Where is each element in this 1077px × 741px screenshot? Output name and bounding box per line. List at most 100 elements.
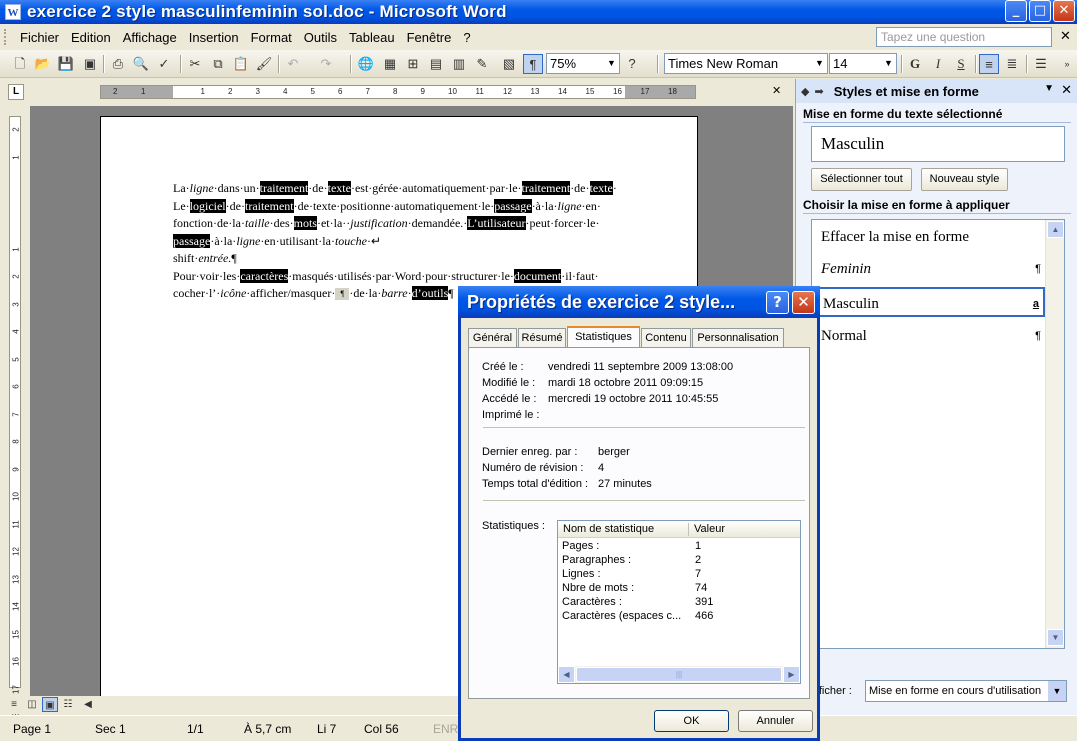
tab-personnalisation[interactable]: Personnalisation — [692, 328, 784, 347]
col-header-value[interactable]: Valeur — [694, 523, 725, 535]
align-left-icon[interactable]: ≡ — [979, 54, 999, 74]
cancel-button[interactable]: Annuler — [738, 710, 813, 732]
scroll-down-icon[interactable]: ▼ — [1047, 629, 1064, 646]
ruler-label: 13 — [11, 574, 21, 584]
close-document-icon[interactable]: ✕ — [1060, 28, 1071, 44]
bullets-icon[interactable]: ☰ — [1031, 54, 1051, 74]
task-pane-menu-icon[interactable]: ▼ — [1044, 83, 1054, 94]
hyperlink-icon[interactable]: 🌐 — [356, 54, 376, 74]
web-view-icon[interactable]: ◫ — [24, 697, 40, 712]
style-list-scrollbar[interactable]: ▲ ▼ — [1045, 220, 1064, 648]
select-all-button[interactable]: Sélectionner tout — [811, 168, 912, 191]
format-painter-icon[interactable]: 🖌 — [254, 54, 274, 74]
undo-icon[interactable]: ↶ — [283, 54, 303, 74]
show-hide-pilcrow-icon[interactable]: ¶ — [523, 54, 543, 74]
tab-statistiques[interactable]: Statistiques — [567, 326, 640, 348]
tab-selector[interactable]: L — [8, 84, 24, 100]
scroll-left-icon[interactable]: ◀ — [80, 697, 96, 712]
dialog-help-icon[interactable]: ? — [766, 291, 789, 314]
chevron-down-icon[interactable]: ▼ — [881, 54, 896, 73]
font-size-combo[interactable]: 14 ▼ — [829, 53, 897, 74]
help-icon[interactable]: ? — [622, 54, 642, 74]
bold-icon[interactable]: G — [905, 54, 925, 74]
tables-borders-icon[interactable]: ▦ — [380, 54, 400, 74]
minimize-button[interactable]: _ — [1005, 0, 1027, 22]
horizontal-ruler[interactable]: 2 1 1 2 3 4 5 6 7 8 9 10 11 12 13 14 15 16 17 18 — [100, 85, 696, 99]
menu-fenetre[interactable]: Fenêtre — [401, 30, 458, 45]
outline-view-icon[interactable]: ☷ — [60, 697, 76, 712]
italic-icon[interactable]: I — [928, 54, 948, 74]
menu-tableau[interactable]: Tableau — [343, 30, 401, 45]
normal-view-icon[interactable]: ≡ — [6, 697, 22, 712]
status-record[interactable]: ENR — [433, 722, 458, 736]
document-text[interactable]: La·ligne·dans·un·traitement·de·texte·est… — [173, 180, 617, 303]
scroll-right-icon[interactable]: ▶ — [783, 666, 800, 683]
word-app-icon[interactable]: W — [5, 4, 21, 20]
statistics-list[interactable]: Nom de statistique Valeur Pages :1 Parag… — [557, 520, 801, 684]
menu-fichier[interactable]: Fichier — [14, 30, 65, 45]
new-style-button[interactable]: Nouveau style — [921, 168, 1008, 191]
permission-icon[interactable]: ▣ — [80, 54, 100, 74]
font-combo[interactable]: Times New Roman ▼ — [664, 53, 828, 74]
ruler-label: 10 — [11, 492, 21, 501]
ok-button[interactable]: OK — [654, 710, 729, 732]
current-style-box[interactable]: Masculin — [811, 126, 1065, 162]
new-document-icon[interactable]: 🗋 — [10, 54, 30, 74]
show-combo[interactable]: Mise en forme en cours d'utilisation ▼ — [865, 680, 1067, 702]
scroll-thumb[interactable]: ||| — [576, 667, 782, 682]
drawing-icon[interactable]: ✎ — [472, 54, 492, 74]
justify-icon[interactable]: ≣ — [1002, 54, 1022, 74]
paste-icon[interactable]: 📋 — [231, 54, 251, 74]
maximize-button[interactable]: □ — [1029, 0, 1051, 22]
tab-contenu[interactable]: Contenu — [641, 328, 691, 347]
menu-grip[interactable] — [4, 29, 8, 45]
style-item-masculin[interactable]: Masculin a — [812, 287, 1045, 317]
tab-resume[interactable]: Résumé — [518, 328, 566, 347]
ruler-label: 12 — [11, 547, 21, 556]
print-preview-icon[interactable]: 🔍 — [131, 54, 151, 74]
chevron-down-icon[interactable]: ▼ — [604, 54, 619, 73]
close-ruler-icon[interactable]: ✕ — [772, 84, 781, 97]
forward-arrow-icon[interactable]: ➡ — [814, 85, 823, 98]
style-item-feminin[interactable]: Feminin ¶ — [812, 254, 1045, 284]
columns-icon[interactable]: ▥ — [449, 54, 469, 74]
status-section: Sec 1 — [95, 722, 126, 736]
chevron-down-icon[interactable]: ▼ — [1048, 681, 1066, 701]
zoom-combo[interactable]: 75% ▼ — [546, 53, 620, 74]
insert-excel-icon[interactable]: ▤ — [426, 54, 446, 74]
style-item-clear[interactable]: Effacer la mise en forme — [812, 222, 1045, 252]
spelling-icon[interactable]: ✓ — [154, 54, 174, 74]
dialog-close-icon[interactable]: ✕ — [792, 291, 815, 314]
cut-icon[interactable]: ✂ — [185, 54, 205, 74]
back-arrow-icon[interactable]: ◆ — [801, 85, 809, 98]
menu-affichage[interactable]: Affichage — [117, 30, 183, 45]
document-map-icon[interactable]: ▧ — [499, 54, 519, 74]
underline-icon[interactable]: S — [951, 54, 971, 74]
menu-edition[interactable]: Edition — [65, 30, 117, 45]
tab-general[interactable]: Général — [468, 328, 517, 347]
vertical-ruler[interactable]: 21123456789101112131415161718 — [9, 116, 21, 721]
menu-outils[interactable]: Outils — [298, 30, 343, 45]
help-question-input[interactable]: Tapez une question — [876, 27, 1052, 47]
insert-table-icon[interactable]: ⊞ — [403, 54, 423, 74]
open-folder-icon[interactable]: 📂 — [33, 54, 53, 74]
col-header-name[interactable]: Nom de statistique — [563, 523, 654, 535]
menu-insertion[interactable]: Insertion — [183, 30, 245, 45]
copy-icon[interactable]: ⧉ — [208, 54, 228, 74]
toolbar-options-icon[interactable]: » — [1057, 54, 1077, 74]
menu-help[interactable]: ? — [457, 30, 476, 45]
page-view-icon[interactable]: ▣ — [42, 697, 58, 712]
menu-format[interactable]: Format — [245, 30, 298, 45]
redo-icon[interactable]: ↷ — [316, 54, 336, 74]
statistics-hscrollbar[interactable]: ◀ ||| ▶ — [558, 666, 800, 683]
chevron-down-icon[interactable]: ▼ — [812, 54, 827, 73]
style-item-normal[interactable]: Normal ¶ — [812, 321, 1045, 351]
close-button[interactable]: ✕ — [1053, 0, 1075, 22]
scroll-left-icon[interactable]: ◀ — [558, 666, 575, 683]
doc-line-1: La·ligne·dans·un·traitement·de·texte·est… — [173, 181, 617, 195]
scroll-up-icon[interactable]: ▲ — [1047, 221, 1064, 238]
task-pane-close-icon[interactable]: ✕ — [1061, 82, 1072, 98]
ruler-label: 17 — [640, 87, 650, 96]
save-icon[interactable]: 💾 — [56, 54, 76, 74]
print-icon[interactable]: ⎙ — [108, 54, 128, 74]
